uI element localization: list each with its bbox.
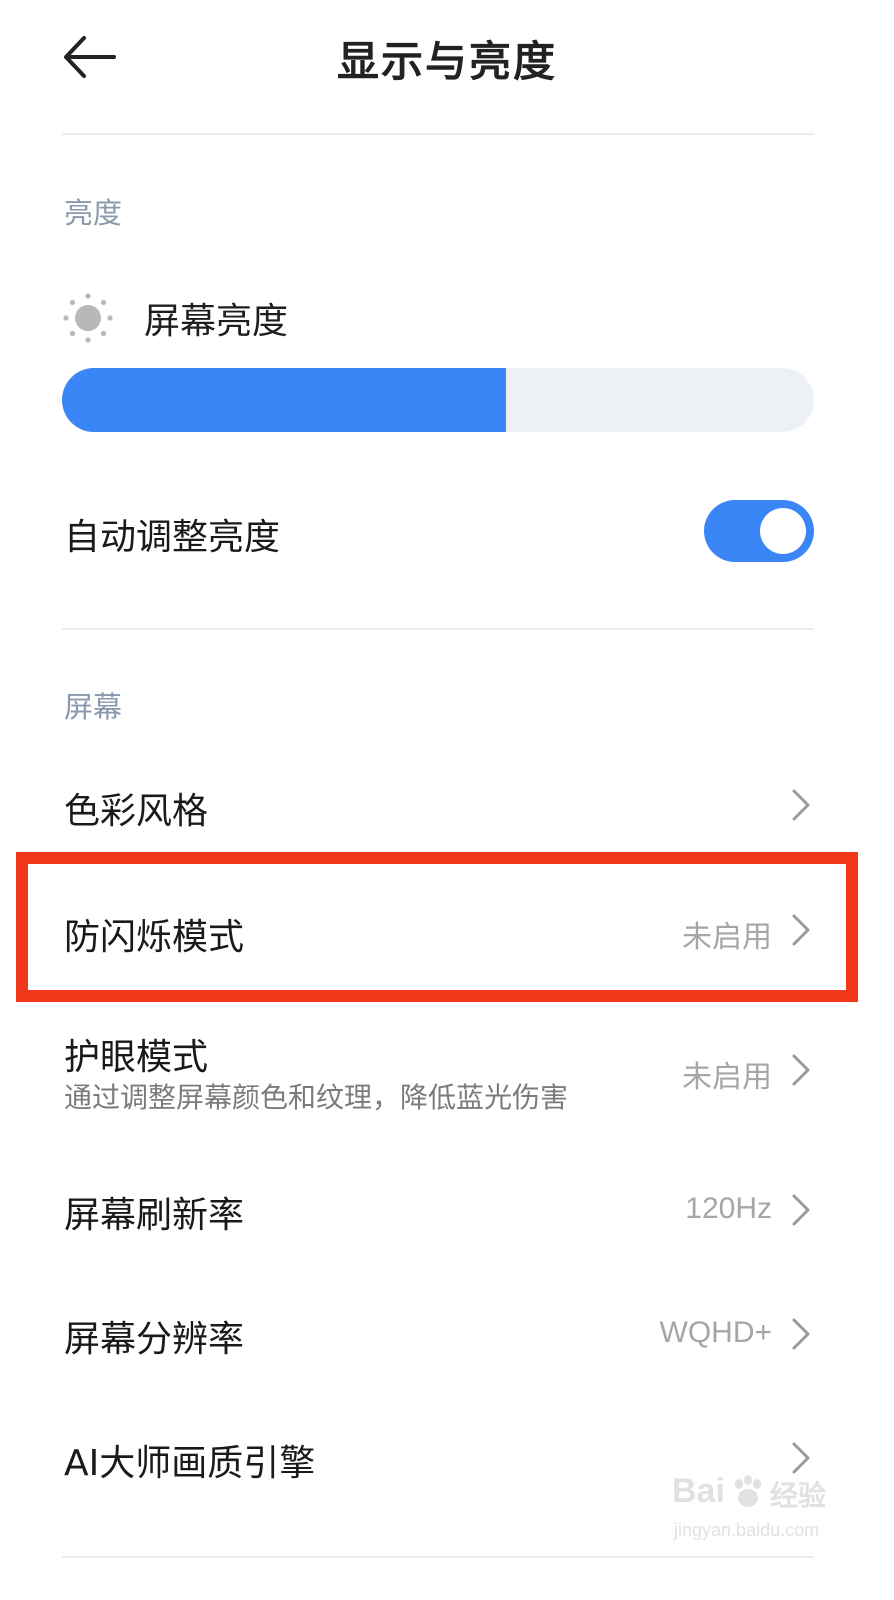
menu-item-label: 护眼模式 xyxy=(64,1037,209,1078)
watermark-jingyan: 经验 xyxy=(770,1479,827,1512)
section-divider xyxy=(62,628,814,630)
menu-item-label: 屏幕分辨率 xyxy=(64,1319,245,1360)
screen-brightness-label: 屏幕亮度 xyxy=(144,301,289,342)
auto-brightness-toggle[interactable] xyxy=(704,500,814,562)
menu-item-value: WQHD+ xyxy=(659,1316,773,1349)
menu-item-resolution[interactable]: 屏幕分辨率 WQHD+ xyxy=(0,1284,894,1384)
chevron-right-icon xyxy=(792,1054,810,1086)
section-title-screen: 屏幕 xyxy=(64,690,123,724)
menu-item-label: AI大师画质引擎 xyxy=(64,1443,316,1484)
toggle-knob xyxy=(760,508,806,554)
menu-item-label: 色彩风格 xyxy=(64,791,209,832)
brightness-slider[interactable] xyxy=(62,368,814,432)
display-brightness-page: 显示与亮度 亮度 屏幕亮度 自动调整亮度 屏幕 色彩风格 防闪烁模式 未启用 护… xyxy=(0,0,894,1600)
brightness-label-row: 屏幕亮度 xyxy=(62,290,288,346)
menu-item-subtitle: 通过调整屏幕颜色和纹理，降低蓝光伤害 xyxy=(64,1081,569,1114)
watermark-url: jingyan.baidu.com xyxy=(674,1520,820,1540)
menu-item-label: 屏幕刷新率 xyxy=(64,1195,245,1236)
chevron-right-icon xyxy=(792,1194,810,1226)
menu-item-value: 120Hz xyxy=(685,1192,772,1225)
menu-item-refresh-rate[interactable]: 屏幕刷新率 120Hz xyxy=(0,1160,894,1260)
menu-item-label: 防闪烁模式 xyxy=(64,917,245,958)
watermark-brand: Bai xyxy=(672,1472,725,1510)
section-title-brightness: 亮度 xyxy=(64,196,123,230)
menu-item-value: 未启用 xyxy=(682,1061,772,1094)
menu-item-eye-care[interactable]: 护眼模式 通过调整屏幕颜色和纹理，降低蓝光伤害 未启用 xyxy=(0,1010,894,1130)
baidu-watermark: Bai 经验 jingyan.baidu.com xyxy=(668,1468,838,1558)
paw-icon xyxy=(735,1475,761,1507)
menu-item-color-style[interactable]: 色彩风格 xyxy=(0,760,894,850)
header-divider xyxy=(62,133,814,135)
menu-item-anti-flicker[interactable]: 防闪烁模式 未启用 xyxy=(0,876,894,986)
chevron-right-icon xyxy=(792,914,810,946)
sun-icon xyxy=(63,293,113,343)
brightness-slider-fill xyxy=(62,368,506,432)
menu-item-value: 未启用 xyxy=(682,921,772,954)
chevron-right-icon xyxy=(792,789,810,821)
auto-brightness-label: 自动调整亮度 xyxy=(64,517,281,558)
page-title: 显示与亮度 xyxy=(336,37,557,86)
chevron-right-icon xyxy=(792,1318,810,1350)
